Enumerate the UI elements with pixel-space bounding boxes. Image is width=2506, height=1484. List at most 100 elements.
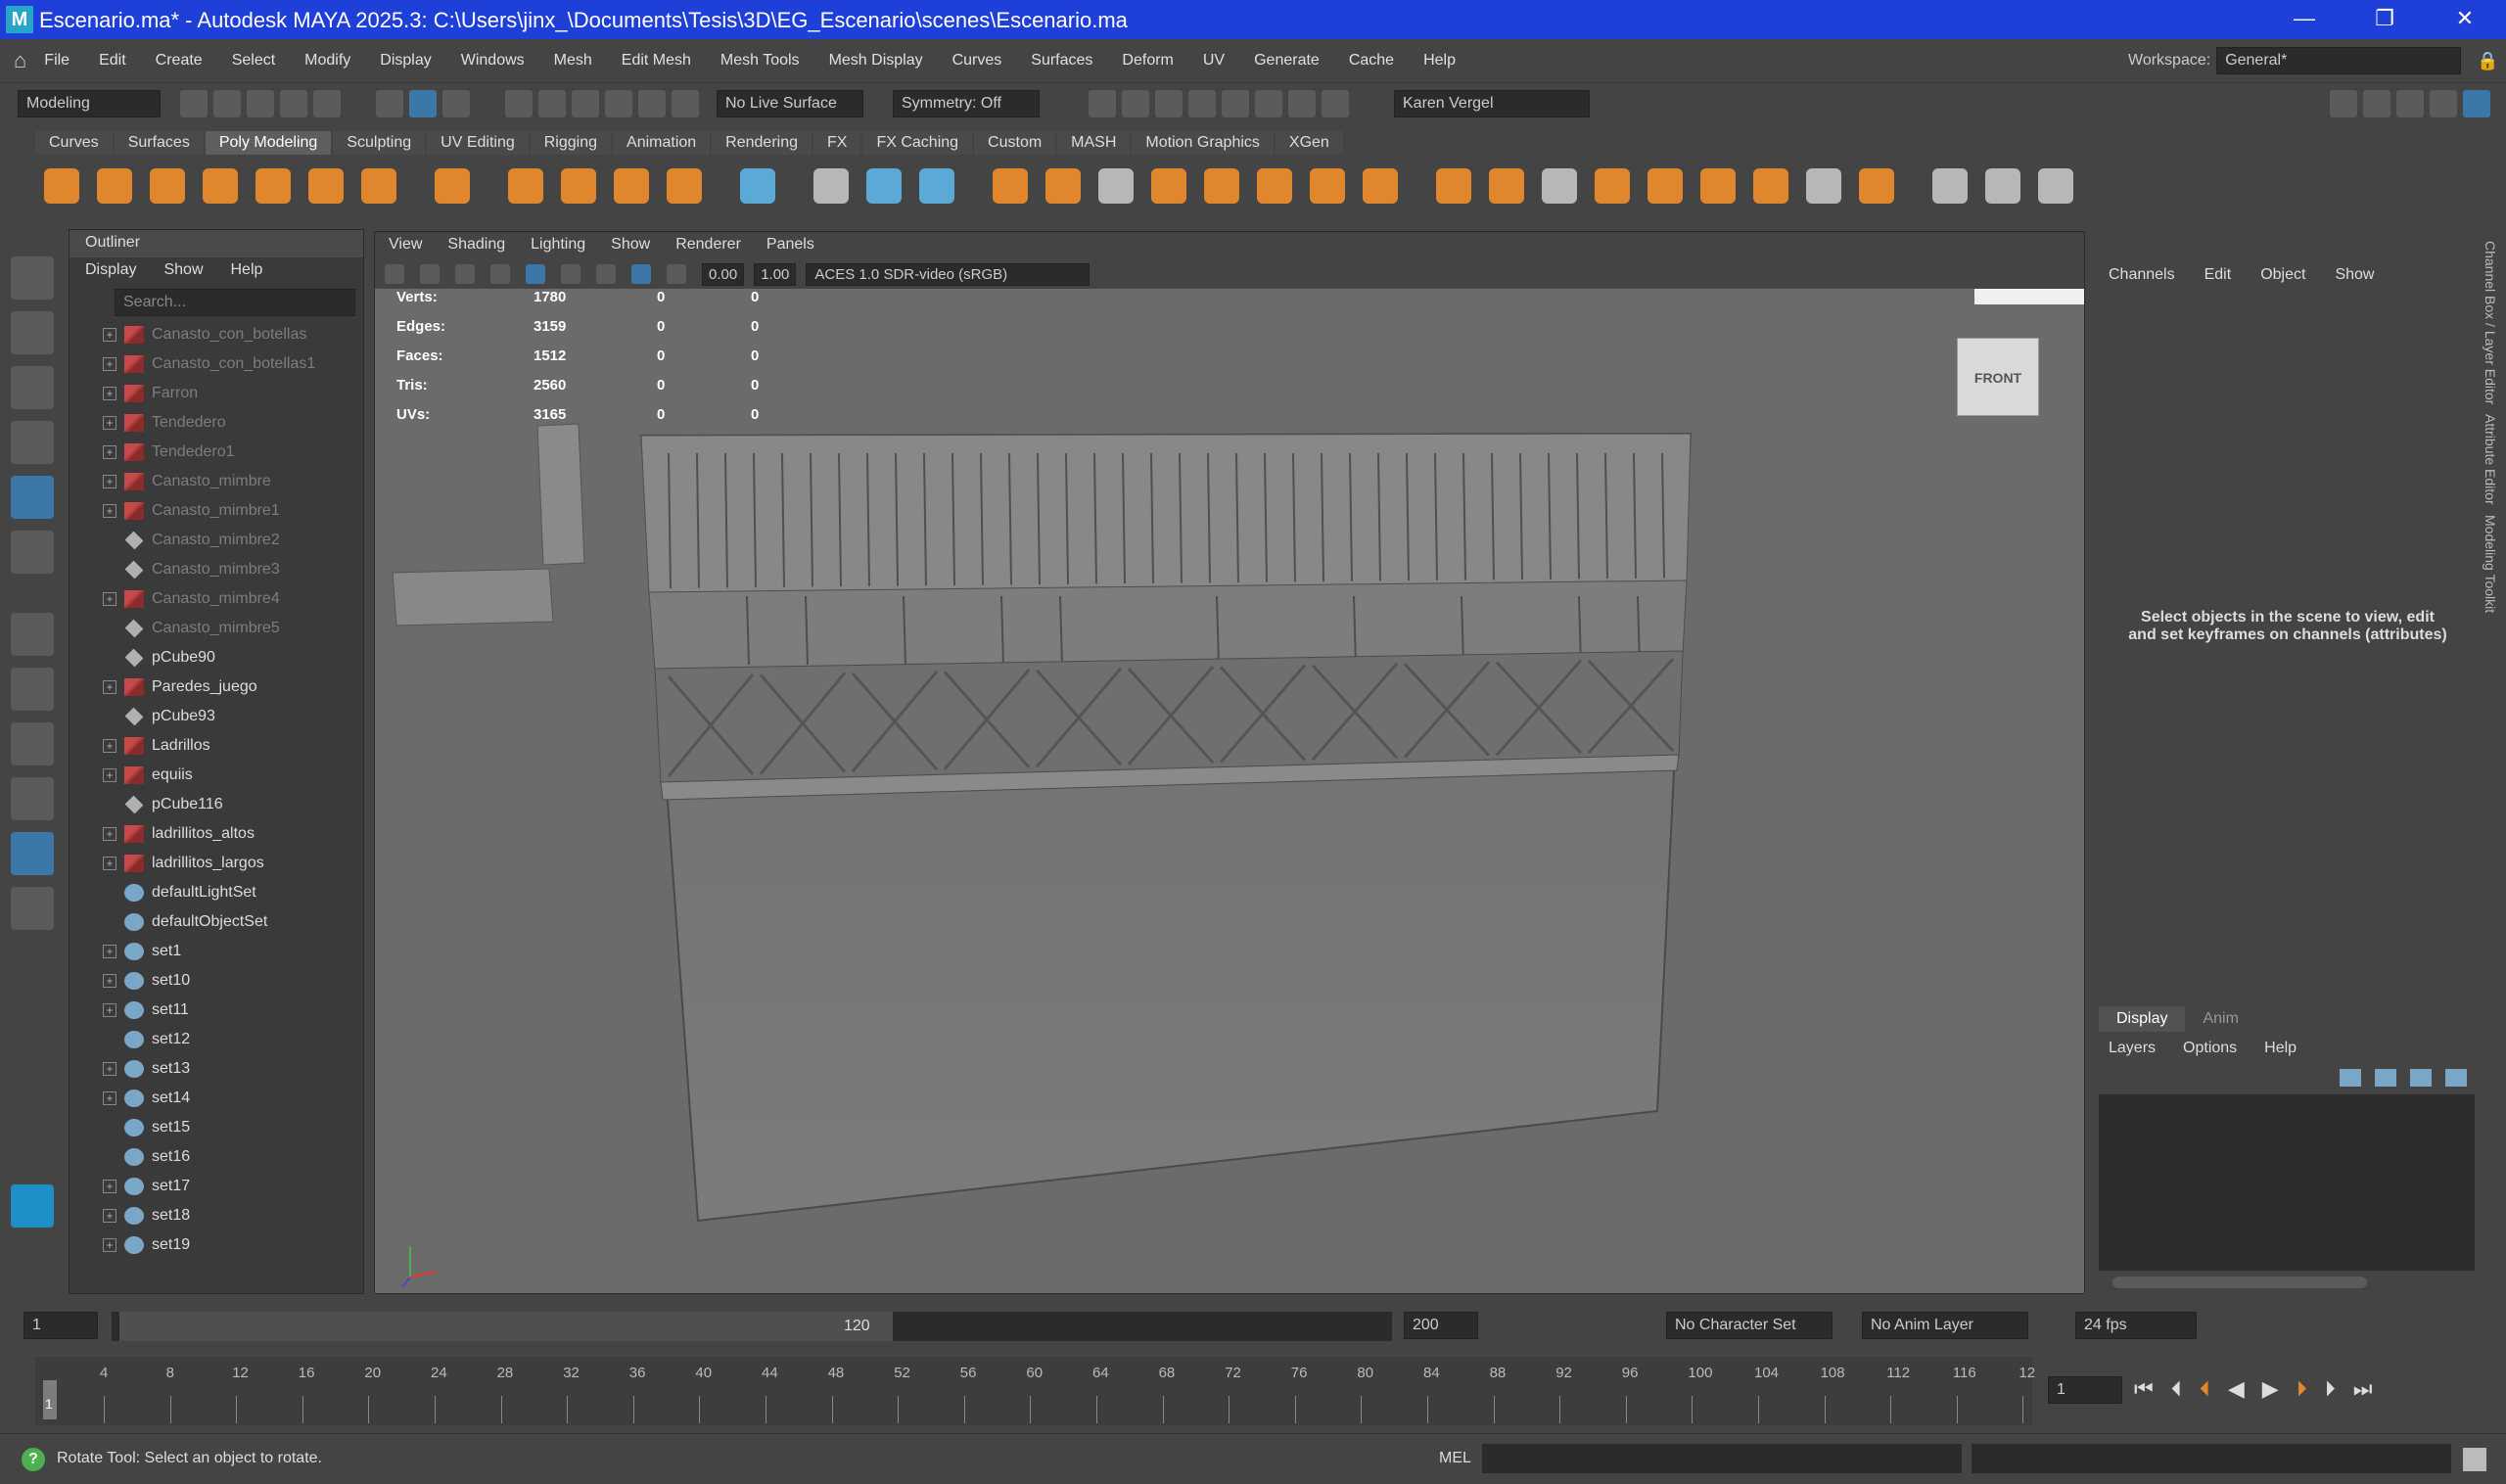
outliner-item[interactable]: + set13 (70, 1054, 363, 1084)
timeline-track[interactable]: 4 8 12 16 20 24 28 32 36 40 44 48 52 56 60 64 68 72 76 80 84… (35, 1357, 2035, 1425)
select-object-icon[interactable] (409, 89, 437, 117)
expand-icon[interactable]: + (103, 328, 116, 342)
outliner-item[interactable]: + set14 (70, 1084, 363, 1113)
select-hierarchy-icon[interactable] (376, 89, 403, 117)
modeling-toolkit-icon[interactable] (2330, 89, 2357, 117)
outliner-item[interactable]: set16 (70, 1142, 363, 1172)
help-icon[interactable]: ? (22, 1448, 45, 1471)
command-line-input[interactable] (1482, 1444, 1962, 1473)
expand-icon[interactable]: + (103, 445, 116, 459)
menu-mesh[interactable]: Mesh (554, 52, 592, 70)
layout-four-icon[interactable] (11, 722, 54, 765)
expand-icon[interactable]: + (103, 1180, 116, 1193)
new-layer-icon[interactable] (2340, 1069, 2361, 1087)
outliner-item[interactable]: pCube90 (70, 643, 363, 672)
expand-icon[interactable]: + (103, 974, 116, 988)
outliner-item[interactable]: Canasto_mimbre5 (70, 614, 363, 643)
expand-icon[interactable]: + (103, 827, 116, 841)
wireframe-icon[interactable] (490, 264, 510, 284)
render-settings-icon[interactable] (1188, 89, 1216, 117)
lock-icon[interactable]: 🔒 (2477, 51, 2498, 71)
multi-cut-icon[interactable] (1489, 168, 1524, 204)
side-tab[interactable]: Attribute Editor (2483, 414, 2498, 505)
prev-key-icon[interactable]: ⏴ (2200, 1376, 2210, 1402)
bookmark-icon[interactable] (420, 264, 440, 284)
outliner-search-input[interactable]: Search... (115, 289, 355, 316)
pause-icon[interactable] (1322, 89, 1349, 117)
boolean-icon[interactable] (993, 168, 1028, 204)
step-forward-icon[interactable]: ⏵ (2325, 1376, 2336, 1402)
channel-box-menu-channels[interactable]: Channels (2109, 266, 2175, 284)
shelf-tab-xgen[interactable]: XGen (1275, 131, 1343, 155)
range-slider[interactable]: 1 120 (112, 1312, 1392, 1341)
undo-icon[interactable] (280, 89, 307, 117)
layer-list[interactable] (2099, 1094, 2475, 1271)
layout-persp-icon[interactable] (11, 668, 54, 711)
outliner-item[interactable]: + set17 (70, 1172, 363, 1201)
search-icon[interactable] (11, 887, 54, 930)
menu-help[interactable]: Help (1423, 52, 1456, 70)
character-set-dropdown[interactable]: No Character Set (1666, 1312, 1833, 1339)
quad-draw-icon[interactable] (1647, 168, 1683, 204)
paint-select-tool-icon[interactable] (11, 366, 54, 409)
symmetry-dropdown[interactable]: Symmetry: Off (893, 89, 1040, 117)
menu-cache[interactable]: Cache (1349, 52, 1394, 70)
outliner-item[interactable]: + Paredes_juego (70, 672, 363, 702)
expand-icon[interactable]: + (103, 857, 116, 870)
shelf-tab-fx-caching[interactable]: FX Caching (862, 131, 973, 155)
menu-edit-mesh[interactable]: Edit Mesh (622, 52, 691, 70)
shelf-tab-rigging[interactable]: Rigging (530, 131, 612, 155)
expand-icon[interactable]: + (103, 592, 116, 606)
expand-icon[interactable]: + (103, 416, 116, 430)
move-layer-down-icon[interactable] (2445, 1069, 2467, 1087)
range-handle[interactable] (119, 1312, 893, 1341)
outliner-item[interactable]: + Tendedero (70, 408, 363, 438)
expand-icon[interactable]: + (103, 680, 116, 694)
poly-torus-icon[interactable] (255, 168, 291, 204)
go-to-end-icon[interactable]: ⏭ (2353, 1376, 2373, 1402)
layer-menu-layers[interactable]: Layers (2109, 1040, 2156, 1057)
expand-icon[interactable]: + (103, 768, 116, 782)
play-back-icon[interactable]: ◀ (2228, 1376, 2245, 1402)
light-editor-icon[interactable] (1288, 89, 1316, 117)
snap-point-icon[interactable] (572, 89, 599, 117)
go-to-start-icon[interactable]: ⏮ (2134, 1376, 2154, 1402)
pencil-icon[interactable] (1932, 168, 1968, 204)
color-space-dropdown[interactable]: ACES 1.0 SDR-video (sRGB) (806, 262, 1091, 286)
outliner-item[interactable]: pCube93 (70, 702, 363, 731)
outliner-item[interactable]: defaultLightSet (70, 878, 363, 907)
menu-file[interactable]: File (44, 52, 70, 70)
current-time-marker[interactable]: 1 (43, 1380, 57, 1419)
shelf-tab-animation[interactable]: Animation (613, 131, 711, 155)
expand-icon[interactable]: + (103, 739, 116, 753)
shelf-tab-surfaces[interactable]: Surfaces (114, 131, 204, 155)
ipr-render-icon[interactable] (1155, 89, 1183, 117)
end-time-field[interactable]: 200 (1404, 1312, 1478, 1339)
expand-icon[interactable]: + (103, 945, 116, 958)
super-shape-icon[interactable] (508, 168, 543, 204)
svg-icon[interactable] (667, 168, 702, 204)
layout-two-icon[interactable] (11, 777, 54, 820)
textured-icon[interactable] (561, 264, 580, 284)
grid-icon[interactable] (1985, 168, 2020, 204)
save-scene-icon[interactable] (247, 89, 274, 117)
home-icon[interactable]: ⌂ (14, 48, 26, 73)
side-tab[interactable]: Channel Box / Layer Editor (2483, 241, 2498, 404)
combine-icon[interactable] (813, 168, 849, 204)
menu-deform[interactable]: Deform (1122, 52, 1173, 70)
next-key-icon[interactable]: ⏵ (2297, 1376, 2307, 1402)
insert-edge-loop-icon[interactable] (1436, 168, 1471, 204)
outliner-item[interactable]: + ladrillitos_altos (70, 819, 363, 849)
menuset-dropdown[interactable]: Modeling (18, 89, 161, 117)
expand-icon[interactable]: + (103, 475, 116, 488)
open-scene-icon[interactable] (213, 89, 241, 117)
scale-tool-icon[interactable] (11, 531, 54, 574)
outliner-item[interactable]: + set11 (70, 996, 363, 1025)
outliner-item[interactable]: + Canasto_mimbre4 (70, 584, 363, 614)
viewport-menu-shading[interactable]: Shading (447, 236, 505, 255)
viewport-canvas[interactable]: Verts: 1780 0 0 Edges: 3159 0 0 Faces: 1512 0 0 Tris… (375, 289, 2084, 1293)
extrude-icon[interactable] (1098, 168, 1134, 204)
outliner-item[interactable]: + Ladrillos (70, 731, 363, 761)
render-view-icon[interactable] (1089, 89, 1116, 117)
xray-icon[interactable] (631, 264, 651, 284)
